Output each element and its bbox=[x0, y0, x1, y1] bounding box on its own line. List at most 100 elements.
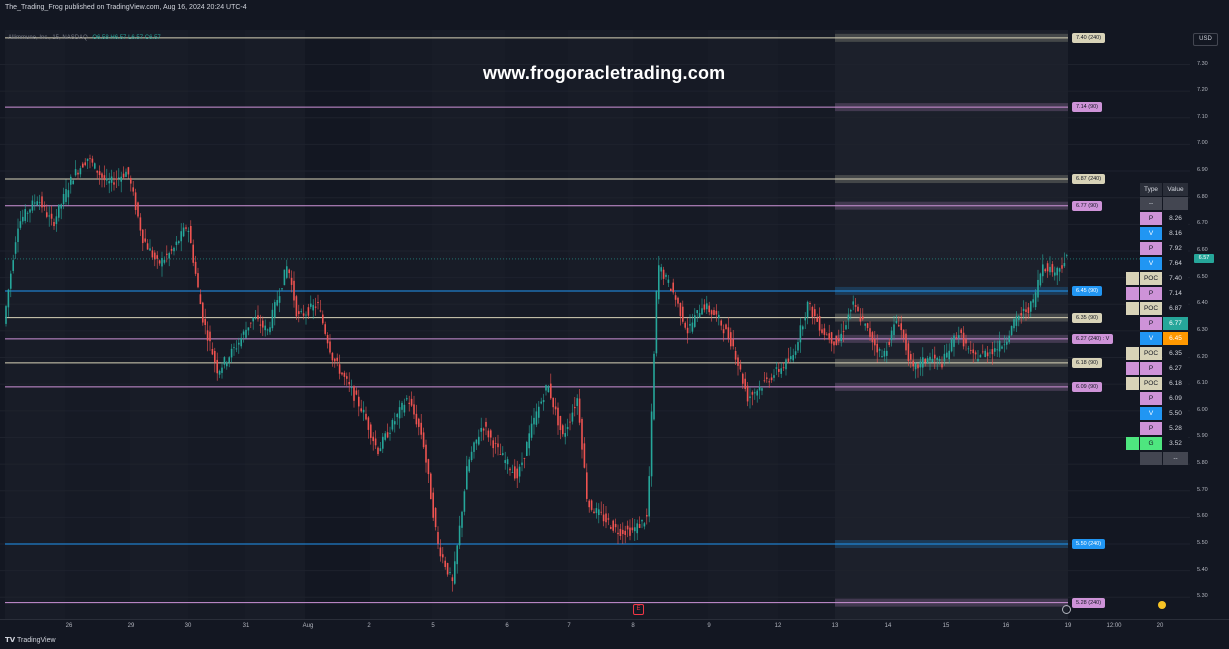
price-chart[interactable] bbox=[0, 30, 1229, 619]
candle-body bbox=[511, 472, 514, 473]
candle-body bbox=[847, 314, 850, 320]
candle-body bbox=[773, 375, 775, 378]
price-axis-label: 6.40 bbox=[1197, 300, 1208, 307]
candle-body bbox=[240, 337, 242, 347]
time-axis-label: Aug bbox=[302, 623, 314, 629]
candle-body bbox=[415, 413, 418, 425]
value-cell: 6.35 bbox=[1163, 347, 1188, 360]
candle-body bbox=[295, 296, 298, 317]
symbol-info: Allimmune, Inc., 15, NASDAQ O6.58 H6.57 … bbox=[8, 35, 161, 41]
candle-body bbox=[780, 368, 782, 374]
candle-body bbox=[821, 329, 823, 333]
type-cell: G bbox=[1140, 437, 1162, 450]
candle-body bbox=[288, 269, 290, 274]
candle-body bbox=[228, 357, 230, 363]
candle-body bbox=[554, 406, 557, 410]
candle-body bbox=[967, 348, 970, 350]
candle-body bbox=[809, 303, 811, 305]
candle-body bbox=[701, 308, 703, 315]
candle-body bbox=[902, 329, 905, 339]
time-axis[interactable]: 26 29 30 31 Aug 2 5 6 7 8 9 12 13 14 15 16 19 12:00 20 bbox=[0, 619, 1229, 634]
candle-body bbox=[403, 404, 406, 413]
candle-body bbox=[924, 358, 926, 363]
row-marker bbox=[1126, 437, 1139, 450]
candle-body bbox=[617, 532, 619, 535]
candle-body bbox=[1056, 267, 1058, 276]
candle-body bbox=[197, 273, 199, 288]
candle-body bbox=[84, 162, 86, 166]
type-cell: P bbox=[1140, 422, 1162, 435]
candle-body bbox=[65, 189, 67, 202]
candle-body bbox=[1030, 301, 1032, 312]
candle-body bbox=[382, 436, 384, 449]
candle-body bbox=[919, 361, 922, 368]
type-cell: V bbox=[1140, 407, 1162, 420]
candle-body bbox=[828, 333, 830, 340]
candle-body bbox=[907, 343, 910, 361]
price-axis-label: 5.30 bbox=[1197, 593, 1208, 600]
frog-emoji-icon[interactable] bbox=[1158, 601, 1166, 609]
candle-body bbox=[245, 329, 247, 338]
candle-body bbox=[379, 448, 382, 452]
candle-body bbox=[602, 514, 605, 522]
candle-body bbox=[643, 523, 646, 527]
row-marker bbox=[1126, 302, 1139, 315]
candle-body bbox=[569, 421, 571, 423]
candle-body bbox=[134, 192, 137, 211]
circle-marker-icon[interactable] bbox=[1062, 605, 1071, 614]
candle-body bbox=[581, 419, 583, 450]
candle-body bbox=[156, 255, 158, 259]
chart-area[interactable] bbox=[0, 30, 1229, 619]
candle-body bbox=[943, 353, 946, 362]
candle-body bbox=[730, 332, 732, 347]
candle-body bbox=[475, 439, 478, 444]
candle-body bbox=[938, 359, 941, 361]
candle-body bbox=[5, 306, 7, 324]
candle-body bbox=[434, 507, 437, 528]
candle-body bbox=[605, 513, 607, 523]
time-axis-label: 14 bbox=[884, 623, 892, 629]
candle-body bbox=[298, 311, 300, 315]
earnings-badge[interactable]: E bbox=[633, 604, 644, 615]
symbol-name: Allimmune, Inc., 15, NASDAQ bbox=[8, 35, 88, 41]
candle-body bbox=[626, 525, 629, 530]
candle-body bbox=[252, 317, 254, 322]
candle-body bbox=[372, 436, 374, 442]
value-cell: 5.28 bbox=[1163, 422, 1188, 435]
candle-body bbox=[274, 302, 276, 318]
candle-body bbox=[610, 527, 612, 529]
candle-body bbox=[427, 459, 430, 475]
session-band bbox=[5, 30, 65, 619]
candle-body bbox=[912, 360, 914, 367]
level-tag: 5.50 (240) bbox=[1072, 539, 1106, 550]
candle-body bbox=[1051, 264, 1054, 273]
session-band bbox=[130, 30, 188, 619]
row-marker bbox=[1126, 392, 1139, 405]
candle-body bbox=[840, 333, 842, 342]
row-marker bbox=[1126, 407, 1139, 420]
value-cell: 8.26 bbox=[1163, 212, 1188, 225]
candle-body bbox=[667, 279, 670, 283]
price-axis-label: 6.80 bbox=[1197, 193, 1208, 200]
candle-body bbox=[674, 295, 677, 300]
candle-body bbox=[521, 462, 523, 466]
candle-body bbox=[67, 190, 70, 198]
candle-body bbox=[221, 367, 223, 373]
candle-body bbox=[785, 359, 787, 370]
candle-body bbox=[235, 348, 238, 350]
candle-body bbox=[1042, 264, 1044, 277]
candle-body bbox=[538, 406, 540, 418]
candle-body bbox=[257, 315, 259, 320]
candle-body bbox=[883, 350, 886, 357]
time-axis-label: 7 bbox=[567, 623, 571, 629]
candle-body bbox=[566, 426, 569, 430]
candle-body bbox=[684, 322, 686, 328]
candle-body bbox=[34, 202, 36, 204]
candle-body bbox=[936, 357, 938, 361]
candle-body bbox=[1013, 319, 1015, 329]
candle-body bbox=[703, 304, 706, 310]
currency-button[interactable]: USD bbox=[1193, 33, 1218, 46]
candle-body bbox=[562, 425, 564, 435]
candle-body bbox=[614, 523, 617, 528]
candle-body bbox=[158, 260, 161, 264]
